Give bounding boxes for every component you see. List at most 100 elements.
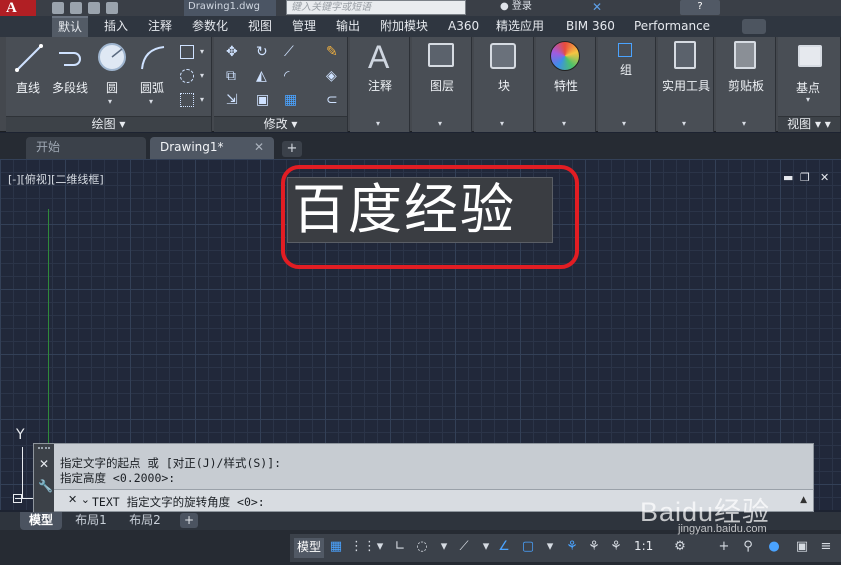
tab-addins[interactable]: 附加模块 <box>374 16 434 37</box>
command-scroll-icon[interactable]: ▲ <box>800 495 807 505</box>
isolate-objects-icon[interactable]: ● <box>766 539 782 555</box>
login-button[interactable]: ● 登录 <box>500 0 532 14</box>
isodraft-dropdown-icon[interactable]: ▾ <box>478 539 494 555</box>
object-snap-dropdown-icon[interactable]: ▾ <box>542 539 558 555</box>
group-panel[interactable]: 组 ▾ <box>598 37 656 132</box>
line-icon[interactable] <box>14 43 44 73</box>
workspace-gear-icon[interactable]: ⚙ <box>672 539 688 555</box>
undo-icon[interactable] <box>106 2 118 14</box>
object-snap-icon[interactable]: ▢ <box>520 539 536 555</box>
offset-icon[interactable]: ⊂ <box>326 93 340 107</box>
command-prompt-icon[interactable]: ✕ ⌄ <box>68 493 90 506</box>
close-viewport-icon[interactable]: ✕ <box>820 171 829 184</box>
annotation-dropdown-icon[interactable]: ▾ <box>376 119 380 128</box>
trim-icon[interactable]: ⟋ <box>284 45 298 59</box>
basepoint-label[interactable]: 基点 <box>778 79 838 96</box>
object-snap-tracking-icon[interactable]: ∠ <box>496 539 512 555</box>
block-panel[interactable]: 块 ▾ <box>474 37 534 132</box>
viewport-controls[interactable]: [-][俯视][二维线框] <box>8 171 104 187</box>
minimize-viewport-icon[interactable]: ▬ <box>783 171 793 184</box>
explode-icon[interactable]: ◈ <box>326 69 340 83</box>
mirror-icon[interactable]: ◭ <box>256 69 270 83</box>
clipboard-panel[interactable]: 剪贴板 ▾ <box>716 37 776 132</box>
customization-menu-icon[interactable]: ≡ <box>818 539 834 555</box>
utilities-dropdown-icon[interactable]: ▾ <box>682 119 686 128</box>
tab-manage[interactable]: 管理 <box>286 16 322 37</box>
search-input[interactable]: 键入关键字或短语 <box>286 0 466 15</box>
group-dropdown-icon[interactable]: ▾ <box>622 119 626 128</box>
boundary-dropdown-icon[interactable]: ▾ <box>200 95 204 104</box>
move-icon[interactable]: ✥ <box>226 45 240 59</box>
customize-wrench-icon[interactable]: 🔧 <box>38 479 53 493</box>
isodraft-icon[interactable]: ⟋ <box>456 539 472 555</box>
add-layout-button[interactable]: + <box>180 513 198 528</box>
file-tab-start[interactable]: 开始 <box>26 137 146 159</box>
ribbon-minimize-button[interactable] <box>742 19 766 34</box>
snap-mode-icon[interactable]: ⋮⋮ <box>350 539 376 555</box>
tab-insert[interactable]: 插入 <box>98 16 134 37</box>
new-file-icon[interactable] <box>52 2 64 14</box>
annotation-scale-icon[interactable]: ⚘ <box>608 539 624 555</box>
rotate-icon[interactable]: ↻ <box>256 45 270 59</box>
tab-annotate[interactable]: 注释 <box>142 16 178 37</box>
polar-dropdown-icon[interactable]: ▾ <box>436 539 452 555</box>
properties-dropdown-icon[interactable]: ▾ <box>562 119 566 128</box>
units-icon[interactable]: ⚲ <box>740 539 756 555</box>
circle-icon[interactable] <box>96 41 128 73</box>
save-icon[interactable] <box>88 2 100 14</box>
block-dropdown-icon[interactable]: ▾ <box>500 119 504 128</box>
command-window-handle[interactable]: ✕ 🔧 <box>34 444 54 513</box>
basepoint-dropdown-icon[interactable]: ▾ <box>806 95 810 104</box>
auto-scale-icon[interactable]: ⚘ <box>586 539 602 555</box>
annotation-panel[interactable]: A 注释 ▾ <box>350 37 410 132</box>
tab-a360[interactable]: A360 <box>442 16 485 37</box>
rectangle-icon[interactable] <box>180 45 194 59</box>
clipboard-dropdown-icon[interactable]: ▾ <box>742 119 746 128</box>
circle-dropdown-icon[interactable]: ▾ <box>108 97 112 106</box>
array-icon[interactable]: ▦ <box>284 93 298 107</box>
erase-icon[interactable]: ✎ <box>326 45 340 59</box>
tab-featured-apps[interactable]: 精选应用 <box>490 16 550 37</box>
layers-panel[interactable]: 图层 ▾ <box>412 37 472 132</box>
help-button[interactable]: ? <box>680 0 720 15</box>
application-menu-button[interactable]: A <box>0 0 36 16</box>
close-tab-icon[interactable]: ✕ <box>254 137 264 158</box>
hatch-icon[interactable] <box>180 69 194 83</box>
rectangle-dropdown-icon[interactable]: ▾ <box>200 47 204 56</box>
tab-parametric[interactable]: 参数化 <box>186 16 234 37</box>
view-panel-title[interactable]: 视图 ▾ ▾ <box>778 116 840 132</box>
ortho-icon[interactable]: ∟ <box>392 539 408 555</box>
properties-panel[interactable]: 特性 ▾ <box>536 37 596 132</box>
layout-tab-layout2[interactable]: 布局2 <box>120 512 170 530</box>
grip-dots-icon[interactable] <box>38 447 50 451</box>
utilities-panel[interactable]: 实用工具 ▾ <box>658 37 714 132</box>
fillet-icon[interactable]: ◜ <box>284 69 298 83</box>
layers-dropdown-icon[interactable]: ▾ <box>438 119 442 128</box>
basepoint-icon[interactable] <box>798 45 822 67</box>
tab-output[interactable]: 输出 <box>330 16 366 37</box>
exchange-icon[interactable]: ✕ <box>592 0 602 14</box>
file-tab-drawing1[interactable]: Drawing1* ✕ <box>150 137 274 159</box>
polyline-icon[interactable] <box>56 43 86 73</box>
tab-default[interactable]: 默认 <box>52 16 89 37</box>
tab-bim360[interactable]: BIM 360 <box>560 16 621 37</box>
model-space-button[interactable]: 模型 <box>294 538 325 558</box>
grid-display-icon[interactable]: ▦ <box>328 539 344 555</box>
copy-icon[interactable]: ⧉ <box>226 69 240 83</box>
layout-tab-layout1[interactable]: 布局1 <box>66 512 116 530</box>
tab-view[interactable]: 视图 <box>242 16 278 37</box>
layout-tab-model[interactable]: 模型 <box>20 512 62 530</box>
modify-panel-title[interactable]: 修改 ▾ <box>214 116 347 132</box>
arc-icon[interactable] <box>138 43 168 73</box>
draw-panel-title[interactable]: 绘图 ▾ <box>6 116 211 132</box>
tab-performance[interactable]: Performance <box>628 16 716 37</box>
close-command-icon[interactable]: ✕ <box>39 457 49 471</box>
hardware-acceleration-icon[interactable]: ▣ <box>794 539 810 555</box>
snap-dropdown-icon[interactable]: ▾ <box>372 539 388 555</box>
scale-icon[interactable]: ▣ <box>256 93 270 107</box>
polar-tracking-icon[interactable]: ◌ <box>414 539 430 555</box>
hatch-dropdown-icon[interactable]: ▾ <box>200 71 204 80</box>
annotation-visibility-icon[interactable]: ⚘ <box>564 539 580 555</box>
stretch-icon[interactable]: ⇲ <box>226 93 240 107</box>
boundary-icon[interactable] <box>180 93 194 107</box>
